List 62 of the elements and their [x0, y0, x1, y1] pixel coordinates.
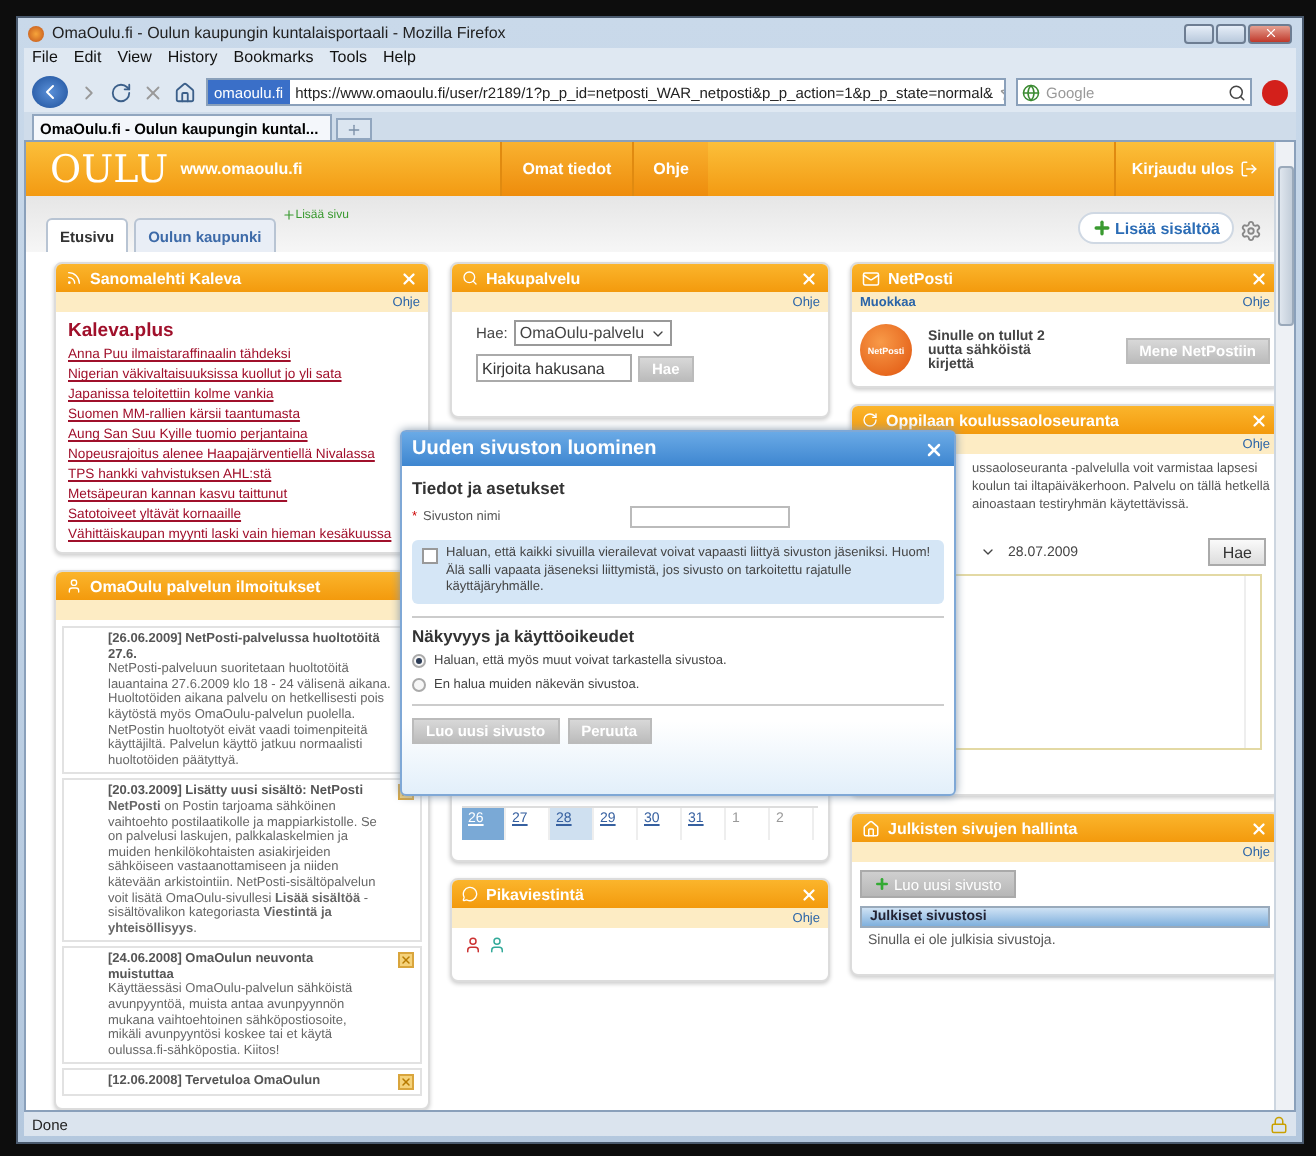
user-icon[interactable]: [464, 936, 482, 954]
user-icon: [66, 578, 82, 594]
search-icon[interactable]: [1228, 83, 1246, 101]
envelope-icon: [862, 269, 880, 287]
adblock-icon[interactable]: [1262, 79, 1288, 105]
home-icon[interactable]: [174, 81, 196, 103]
minimize-button[interactable]: [1184, 23, 1214, 43]
menu-item[interactable]: History: [167, 48, 218, 72]
maximize-button[interactable]: [1216, 23, 1246, 43]
plus-icon: [1091, 218, 1112, 238]
scrollbar[interactable]: [1274, 142, 1294, 1110]
search-input[interactable]: Kirjoita hakusana: [476, 354, 632, 382]
radio-button[interactable]: [412, 653, 426, 667]
browser-icon: [28, 25, 44, 41]
portlet-title: NetPosti: [888, 269, 955, 287]
window-title: OmaOulu.fi - Oulun kaupungin kuntalaisportaali - Mozilla Firefox: [52, 24, 506, 42]
site-name-input[interactable]: [629, 506, 790, 528]
portlet-title: OmaOulu palvelun ilmoitukset: [90, 577, 323, 595]
portlet-title: Hakupalvelu: [486, 269, 583, 287]
checkbox[interactable]: [422, 548, 438, 564]
plus-icon: [346, 121, 362, 137]
menu-item[interactable]: View: [117, 48, 152, 72]
portlet-title: Sanomalehti Kaleva: [90, 269, 244, 287]
user-icon[interactable]: [488, 936, 506, 954]
menu-item[interactable]: File: [32, 48, 58, 72]
exit-icon: [1240, 160, 1258, 178]
globe-icon: [1022, 83, 1040, 101]
radio-button[interactable]: [412, 677, 426, 691]
dialog-title: Uuden sivuston luominen: [412, 438, 659, 460]
close-icon[interactable]: [398, 952, 414, 969]
scope-select[interactable]: OmaOulu-palvelu: [513, 320, 673, 346]
stop-icon[interactable]: [142, 81, 164, 103]
fetch-button[interactable]: Hae: [1208, 538, 1266, 566]
rss-icon: [66, 270, 82, 286]
site-domain: www.omaoulu.fi: [180, 160, 305, 178]
settings-icon[interactable]: [1240, 220, 1262, 242]
new-tab-button[interactable]: [336, 118, 372, 140]
plus-icon: [281, 208, 296, 222]
section-heading: Näkyvyys ja käyttöoikeudet: [412, 625, 637, 645]
news-source: Kaleva.plus: [68, 320, 176, 342]
refresh-icon: [862, 412, 878, 428]
lock-icon: [1270, 1115, 1288, 1133]
site-logo: OULU: [48, 146, 171, 196]
portlet-title: Julkisten sivujen hallinta: [888, 819, 1080, 837]
search-icon: [462, 270, 478, 286]
menu-item[interactable]: Edit: [73, 48, 102, 72]
plus-icon: [874, 876, 890, 892]
house-icon: [862, 819, 880, 837]
add-content-button[interactable]: Lisää sisältöä: [1077, 212, 1234, 244]
menu-item[interactable]: Help: [382, 48, 416, 72]
close-icon: [1263, 26, 1277, 40]
back-button[interactable]: [32, 76, 68, 108]
portlet-title: Oppilaan koulussaoloseuranta: [886, 411, 1121, 429]
close-icon[interactable]: [398, 1074, 414, 1091]
speech-bubble-icon: [462, 886, 478, 902]
reload-icon[interactable]: [110, 81, 132, 103]
portlet-title: Pikaviestintä: [486, 885, 586, 903]
menu-item[interactable]: Tools: [329, 48, 367, 72]
menu-item[interactable]: Bookmarks: [233, 48, 314, 72]
close-button[interactable]: [1248, 23, 1292, 43]
dropdown-caret-icon[interactable]: [980, 544, 996, 560]
section-heading: Tiedot ja asetukset: [412, 478, 567, 498]
